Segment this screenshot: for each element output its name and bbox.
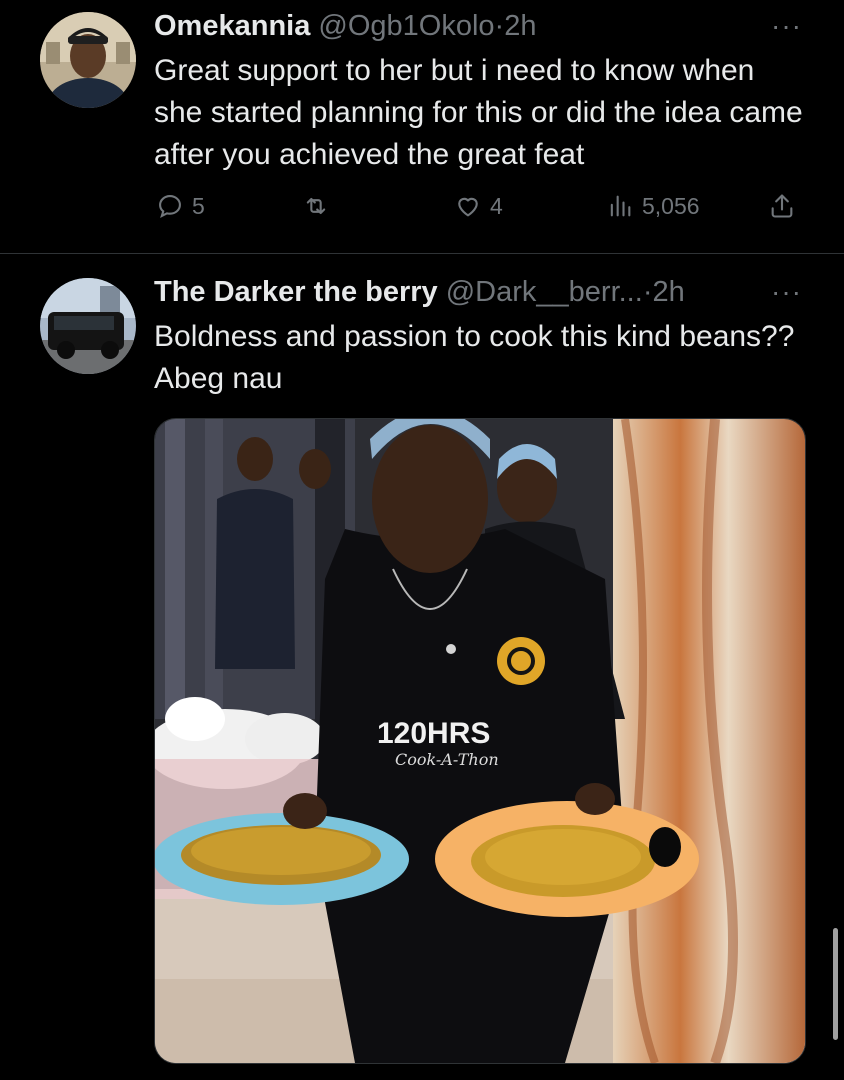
tweet-header: The Darker the berry @Dark__berr...·2h: [154, 276, 685, 309]
timestamp[interactable]: 2h: [504, 10, 536, 42]
action-bar: 5 4 5,056: [154, 192, 804, 228]
share-icon: [771, 194, 793, 218]
reply-count: 5: [192, 192, 205, 219]
shirt-title: 120HRS: [377, 717, 490, 750]
repost-icon: [306, 197, 326, 215]
tweet-text: Great support to her but i need to know …: [154, 54, 803, 171]
scrollbar[interactable]: [833, 928, 838, 1040]
share-button[interactable]: [768, 192, 796, 220]
more-options-button[interactable]: ···: [771, 276, 802, 308]
avatar[interactable]: [40, 278, 136, 374]
separator: ·: [494, 10, 505, 42]
avatar[interactable]: [40, 12, 136, 108]
reply-button[interactable]: 5: [156, 192, 205, 220]
shirt-subtitle: Cook-A-Thon: [395, 750, 499, 769]
handle[interactable]: @Dark__berr...: [446, 276, 643, 308]
display-name[interactable]: The Darker the berry: [154, 276, 438, 308]
timestamp[interactable]: 2h: [652, 276, 684, 308]
handle[interactable]: @Ogb1Okolo: [318, 10, 494, 42]
tweet-1[interactable]: Omekannia @Ogb1Okolo·2h ··· Great suppor…: [0, 0, 844, 252]
more-options-button[interactable]: ···: [771, 10, 802, 42]
tweet-header: Omekannia @Ogb1Okolo·2h: [154, 10, 536, 43]
like-count: 4: [490, 192, 503, 219]
reply-icon: [159, 195, 181, 218]
views-button[interactable]: 5,056: [606, 192, 700, 220]
display-name[interactable]: Omekannia: [154, 10, 310, 42]
photo-image: 120HRS Cook-A-Thon: [155, 419, 805, 1063]
like-button[interactable]: 4: [454, 192, 503, 220]
heart-icon: [458, 197, 478, 217]
views-icon: [610, 195, 631, 217]
tweet-photo[interactable]: 120HRS Cook-A-Thon: [154, 418, 806, 1064]
repost-button[interactable]: [302, 192, 330, 220]
tweet-text: Boldness and passion to cook this kind b…: [154, 320, 795, 395]
view-count: 5,056: [642, 192, 700, 219]
